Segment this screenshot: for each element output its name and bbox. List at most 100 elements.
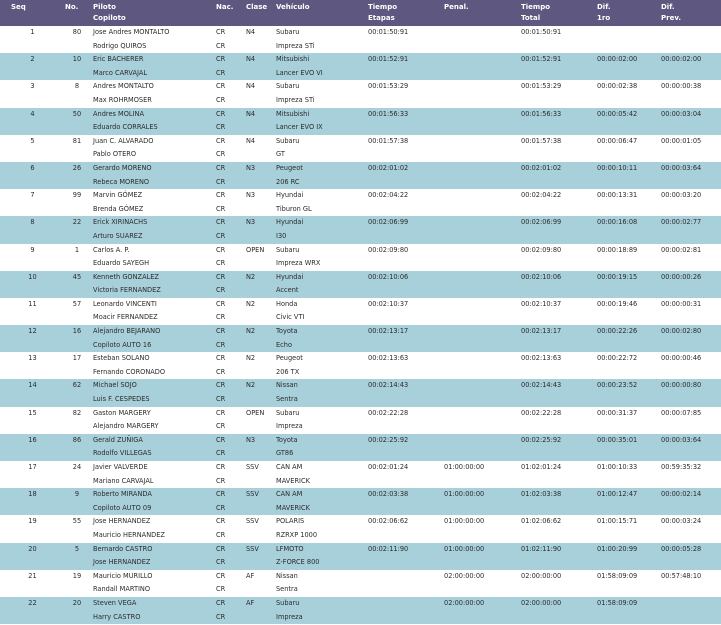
cell-dif-prev: 00:00:02:14 <box>661 488 721 516</box>
piloto-name: Juan C. ALVARADO <box>93 136 154 145</box>
piloto-name: Erick XIRINACHS <box>93 218 148 227</box>
cell-dif-1ro: 00:00:02:00 <box>597 53 661 81</box>
cell-dif-prev: 00:00:00:80 <box>661 379 721 407</box>
cell-nac: CR CR <box>216 136 226 159</box>
cell-nac: CR CR <box>216 270 246 298</box>
cell-seq: 1 <box>30 28 35 36</box>
cell-seq: 10 <box>0 270 65 298</box>
cell-clase: OPEN <box>246 245 265 254</box>
cell-tiempo-total: 01:02:11:90 <box>521 542 597 570</box>
cell-tiempo-etapas: 00:02:22:28 <box>368 408 409 417</box>
copiloto-name: Fernando CORONADO <box>93 367 166 376</box>
piloto-name: Gaston MARGERY <box>93 408 151 417</box>
cell-no: 16 <box>65 325 89 353</box>
cell-piloto: Leonardo VINCENTI Moacir FERNANDEZ <box>89 298 216 325</box>
piloto-name: Mauricio MURILLO <box>93 571 153 580</box>
copiloto-name: Arturo SUAREZ <box>93 231 143 240</box>
cell-dif-1ro: 01:00:10:33 <box>597 463 638 471</box>
cell-seq: 16 <box>0 433 65 461</box>
cell-no: 17 <box>72 354 82 363</box>
copiloto-name: Rodolfo VILLEGAS <box>93 449 152 458</box>
header-dif-1ro: Dif. 1ro <box>597 0 661 26</box>
cell-tiempo-etapas: 00:01:57:38 <box>368 136 409 145</box>
cell-vehiculo: CAN AM MAVERICK <box>276 488 368 516</box>
cell-piloto: Bernardo CASTRO Jose HERNANDEZ <box>89 542 216 570</box>
cell-piloto: Alejandro BEJARANO Copiloto AUTO 16 <box>89 325 216 353</box>
cell-dif-prev: 00:57:48:10 <box>661 571 702 580</box>
cell-no: 19 <box>72 571 82 580</box>
cell-piloto: Gerald ZUÑIGA Rodolfo VILLEGAS <box>89 433 216 461</box>
cell-nac: CR CR <box>216 354 226 376</box>
cell-piloto: Jose Andres MONTALTO Rodrigo QUIROS <box>89 26 216 53</box>
cell-vehiculo: Subaru Impreza <box>276 408 303 431</box>
copiloto-name: Max ROHRMOSER <box>93 95 152 104</box>
table-row: 5 81 Juan C. ALVARADO Pablo OTERO CR CR N4 Suba… <box>0 135 721 162</box>
piloto-name: Gerald ZUÑIGA <box>93 435 143 444</box>
cell-clase: OPEN <box>246 408 265 417</box>
cell-seq: 14 <box>0 379 65 407</box>
table-row: 10 45 Kenneth GONZALEZ Victoria FERNANDEZ CR… <box>0 270 721 298</box>
cell-no: 20 <box>65 596 89 625</box>
cell-nac: CR CR <box>216 299 226 322</box>
cell-dif-prev: 00:00:07:85 <box>661 408 702 417</box>
cell-penal <box>444 270 521 298</box>
table-row: 20 5 Bernardo CASTRO Jose HERNANDEZ CR CR SSV L… <box>0 542 721 570</box>
header-vehiculo: Vehículo <box>276 0 368 26</box>
piloto-name: Marvin GÓMEZ <box>93 191 143 200</box>
header-penal: Penal. <box>444 0 521 26</box>
cell-no: 26 <box>65 161 89 190</box>
cell-nac: CR CR <box>216 82 226 104</box>
cell-dif-1ro: 01:58:09:09 <box>597 596 661 625</box>
cell-dif-1ro: 01:00:15:71 <box>597 517 638 526</box>
cell-clase: N4 <box>246 28 256 36</box>
header-nac: Nac. <box>216 0 246 26</box>
cell-tiempo-etapas: 00:01:50:91 <box>368 28 409 36</box>
cell-penal <box>444 135 521 162</box>
cell-dif-1ro: 00:00:10:11 <box>597 161 661 190</box>
cell-dif-prev: 00:00:02:80 <box>661 325 721 353</box>
cell-clase: SSV <box>246 488 276 516</box>
cell-dif-prev: 00:00:03:64 <box>661 161 721 190</box>
cell-clase: N2 <box>246 325 276 353</box>
cell-tiempo-etapas: 00:02:01:24 <box>368 463 409 471</box>
cell-no: 82 <box>72 408 82 417</box>
cell-clase: SSV <box>246 463 259 471</box>
header-clase: Clase <box>246 0 276 26</box>
cell-vehiculo: Toyota Echo <box>276 325 368 353</box>
cell-penal: 01:00:00:00 <box>444 488 521 516</box>
cell-vehiculo: Peugeot 206 TX <box>276 354 303 376</box>
cell-tiempo-etapas: 00:02:11:90 <box>368 542 444 570</box>
cell-nac: CR CR <box>216 191 226 213</box>
cell-nac: CR CR <box>216 245 226 268</box>
cell-vehiculo: Subaru GT <box>276 136 300 159</box>
cell-dif-1ro: 01:00:20:99 <box>597 542 661 570</box>
cell-dif-1ro: 00:00:19:46 <box>597 299 638 308</box>
cell-tiempo-total: 00:02:09:80 <box>521 245 562 254</box>
cell-dif-1ro: 00:00:31:37 <box>597 408 638 417</box>
cell-tiempo-etapas: 00:02:03:38 <box>368 488 444 516</box>
table-row: 11 57 Leonardo VINCENTI Moacir FERNANDEZ CR C… <box>0 298 721 325</box>
copiloto-name: Moacir FERNANDEZ <box>93 313 158 322</box>
cell-tiempo-etapas: 00:02:13:17 <box>368 325 444 353</box>
cell-tiempo-total: 00:02:01:02 <box>521 161 597 190</box>
cell-dif-1ro: 00:00:35:01 <box>597 433 661 461</box>
cell-vehiculo: Nissan Sentra <box>276 379 368 407</box>
cell-dif-prev: 00:00:00:31 <box>661 299 702 308</box>
table-row: 14 62 Michael SOJO Luis F. CESPEDES CR CR N2 Ni… <box>0 379 721 407</box>
copiloto-name: Harry CASTRO <box>93 612 141 621</box>
cell-nac: CR CR <box>216 408 226 431</box>
cell-tiempo-total: 00:01:50:91 <box>521 28 562 36</box>
cell-penal <box>444 189 521 216</box>
cell-tiempo-total: 01:02:01:24 <box>521 463 562 471</box>
cell-nac: CR CR <box>216 488 246 516</box>
table-row: 16 86 Gerald ZUÑIGA Rodolfo VILLEGAS CR CR N3 T… <box>0 433 721 461</box>
cell-nac: CR CR <box>216 379 246 407</box>
cell-piloto: Javier VALVERDE Mariano CARVAJAL <box>89 461 216 488</box>
cell-piloto: Steven VEGA Harry CASTRO <box>89 596 216 625</box>
cell-nac: CR CR <box>216 596 246 625</box>
cell-piloto: Mauricio MURILLO Randall MARTINO <box>89 570 216 597</box>
piloto-name: Carlos A. P. <box>93 245 130 254</box>
cell-vehiculo: LFMOTO Z-FORCE 800 <box>276 542 368 570</box>
cell-vehiculo: Subaru Impreza STi <box>276 28 315 50</box>
cell-tiempo-total: 00:02:25:92 <box>521 433 597 461</box>
